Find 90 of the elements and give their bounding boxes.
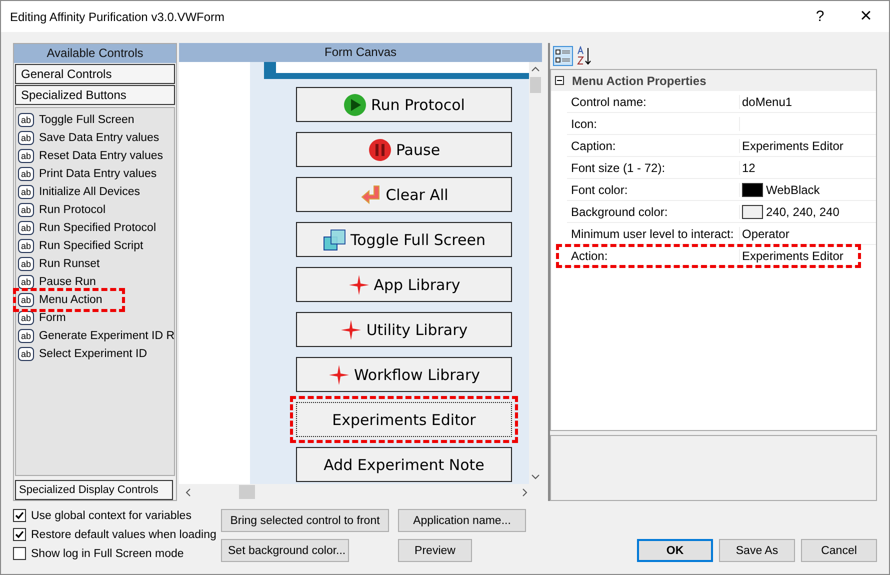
text-control-icon: ab	[18, 239, 34, 253]
collapse-icon[interactable]	[555, 76, 564, 85]
window-title: Editing Affinity Purification v3.0.VWForm	[9, 10, 226, 24]
property-value[interactable]: 240, 240, 240	[766, 204, 840, 218]
group-tab[interactable]: Specialized Display Controls	[15, 480, 173, 500]
checkbox[interactable]	[13, 547, 26, 560]
sparkle-icon	[348, 274, 370, 296]
scroll-up-icon[interactable]	[531, 66, 540, 72]
property-name: Control name:	[567, 94, 740, 108]
text-control-icon: ab	[18, 185, 34, 199]
form-button[interactable]: Experiments Editor	[296, 402, 512, 437]
property-name: Minimum user level to interact:	[567, 226, 740, 240]
pause-icon	[368, 138, 392, 162]
property-name: Icon:	[567, 116, 740, 130]
checkbox[interactable]	[13, 509, 26, 522]
form-button[interactable]: Toggle Full Screen	[296, 222, 512, 257]
scroll-down-icon[interactable]	[531, 474, 540, 480]
sparkle-icon	[328, 364, 350, 386]
control-item[interactable]: Toggle Full Screen	[39, 114, 134, 126]
play-icon	[343, 92, 367, 116]
application-name-button[interactable]: Application name...	[398, 509, 526, 532]
control-item[interactable]: Generate Experiment ID R	[39, 330, 175, 342]
control-item[interactable]: Print Data Entry values	[39, 168, 157, 180]
close-button[interactable]: ×	[843, 5, 889, 28]
text-control-icon: ab	[18, 275, 34, 289]
property-name: Background color:	[567, 204, 740, 218]
form-button[interactable]: App Library	[296, 267, 512, 302]
text-control-icon: ab	[18, 167, 34, 181]
ok-button[interactable]: OK	[637, 539, 713, 562]
control-item[interactable]: Run Specified Script	[39, 240, 144, 252]
property-value[interactable]: Experiments Editor	[742, 138, 844, 152]
property-value[interactable]: Experiments Editor	[742, 248, 844, 262]
scroll-left-icon[interactable]	[185, 488, 191, 496]
scroll-thumb[interactable]	[239, 485, 255, 499]
preview-button[interactable]: Preview	[398, 539, 472, 562]
text-control-icon: ab	[18, 221, 34, 235]
sparkle-icon	[340, 318, 362, 340]
control-item[interactable]: Menu Action	[39, 294, 102, 306]
checkbox-label: Restore default values when loading	[31, 528, 216, 540]
scroll-thumb[interactable]	[530, 77, 541, 93]
overlapping-squares-icon	[322, 228, 346, 252]
property-value[interactable]: WebBlack	[766, 182, 820, 196]
form-button[interactable]: Clear All	[296, 177, 512, 212]
control-item[interactable]: Reset Data Entry values	[39, 150, 164, 162]
sort-alphabetical-icon[interactable]	[576, 46, 592, 66]
text-control-icon: ab	[18, 311, 34, 325]
control-item[interactable]: Save Data Entry values	[39, 132, 160, 144]
scroll-right-icon[interactable]	[522, 488, 528, 496]
text-control-icon: ab	[18, 113, 34, 127]
text-control-icon: ab	[18, 131, 34, 145]
return-arrow-icon	[360, 184, 382, 206]
form-button[interactable]: Pause	[296, 132, 512, 167]
control-item[interactable]: Select Experiment ID	[39, 348, 148, 360]
property-name: Font color:	[567, 182, 740, 196]
panel-header: Form Canvas	[179, 43, 542, 62]
panel-header: Available Controls	[14, 44, 176, 63]
form-button[interactable]: Run Protocol	[296, 87, 512, 122]
text-control-icon: ab	[18, 293, 34, 307]
categorized-view-icon[interactable]	[553, 46, 573, 66]
bring-to-front-button[interactable]: Bring selected control to front	[221, 509, 389, 532]
control-item[interactable]: Pause Run	[39, 276, 96, 288]
text-control-icon: ab	[18, 329, 34, 343]
form-button[interactable]: Add Experiment Note	[296, 447, 512, 482]
property-value[interactable]: Operator	[742, 226, 790, 240]
property-name: Caption:	[567, 138, 740, 152]
group-tab[interactable]: Specialized Buttons	[15, 85, 175, 105]
control-item[interactable]: Run Protocol	[39, 204, 106, 216]
checkbox-label: Use global context for variables	[31, 510, 192, 522]
category-label: Menu Action Properties	[572, 74, 706, 88]
control-item[interactable]: Run Runset	[39, 258, 100, 270]
property-name: Font size (1 - 72):	[567, 160, 740, 174]
control-item[interactable]: Form	[39, 312, 66, 324]
form-button[interactable]: Utility Library	[296, 312, 512, 347]
group-tab[interactable]: General Controls	[15, 64, 175, 84]
cancel-button[interactable]: Cancel	[801, 539, 877, 562]
checkbox[interactable]	[13, 528, 26, 541]
property-value[interactable]: 12	[742, 160, 756, 174]
background-color-button[interactable]: Set background color...	[221, 539, 349, 562]
text-control-icon: ab	[18, 149, 34, 163]
help-button[interactable]: ?	[797, 8, 843, 25]
property-value[interactable]: doMenu1	[742, 94, 792, 108]
control-item[interactable]: Initialize All Devices	[39, 186, 140, 198]
checkbox-label: Show log in Full Screen mode	[31, 548, 184, 560]
save-as-button[interactable]: Save As	[719, 539, 795, 562]
text-control-icon: ab	[18, 203, 34, 217]
text-control-icon: ab	[18, 347, 34, 361]
form-button[interactable]: Workflow Library	[296, 357, 512, 392]
control-item[interactable]: Run Specified Protocol	[39, 222, 156, 234]
text-control-icon: ab	[18, 257, 34, 271]
property-name: Action:	[567, 248, 740, 262]
